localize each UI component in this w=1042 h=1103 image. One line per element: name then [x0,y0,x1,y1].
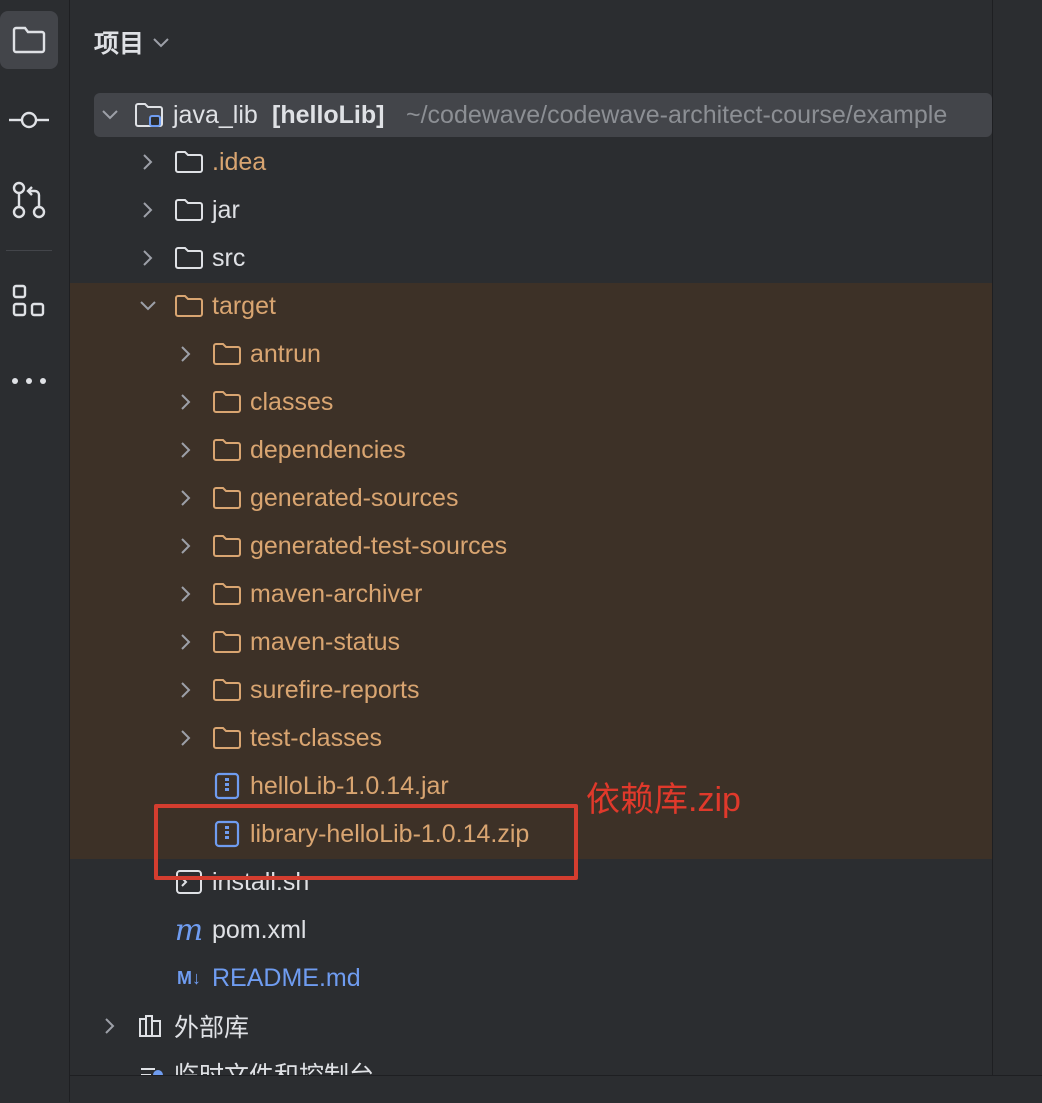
tree-item-dependencies[interactable]: dependencies [70,426,992,474]
tree-item-label: test-classes [250,723,382,752]
tree-root-row[interactable]: java_lib [helloLib] ~/codewave/codewave-… [94,93,992,137]
folder-icon [212,485,242,511]
chevron-right-icon[interactable] [176,584,196,604]
tree-item-scratches[interactable]: 临时文件和控制台 [70,1050,992,1075]
tree-item-surefire-reports[interactable]: surefire-reports [70,666,992,714]
chevron-right-icon[interactable] [176,728,196,748]
tree-item-label: src [212,243,246,272]
tree-item-pom-xml[interactable]: m pom.xml [70,906,992,954]
tree-item-external-libraries[interactable]: 外部库 [70,1002,992,1050]
chevron-right-icon[interactable] [176,488,196,508]
chevron-right-icon[interactable] [100,1016,120,1036]
panel-header[interactable]: 项目 [94,22,170,62]
tool-window-strip [0,0,70,1102]
folder-icon [212,581,242,607]
annotation-text: 依赖库.zip [586,781,741,819]
tree-item-antrun[interactable]: antrun [70,330,992,378]
maven-icon: m [174,912,204,948]
project-tool-button[interactable] [0,11,58,69]
structure-tool-button[interactable] [0,272,58,330]
folder-icon [212,533,242,559]
chevron-right-icon[interactable] [176,680,196,700]
more-tools-button[interactable] [0,352,58,410]
folder-icon [12,26,46,54]
tree-item-generated-test-sources[interactable]: generated-test-sources [70,522,992,570]
tree-item-label: maven-archiver [250,579,423,608]
root-name: java_lib [173,100,258,129]
tree-item-label: generated-test-sources [250,531,508,560]
chevron-right-icon[interactable] [138,200,158,220]
structure-icon [12,284,45,317]
chevron-down-icon[interactable] [138,296,158,316]
folder-icon [212,437,242,463]
folder-icon [174,245,204,271]
root-path: ~/codewave/codewave-architect-course/exa… [406,100,948,129]
tree-item-target[interactable]: target [70,282,992,330]
folder-icon [212,725,242,751]
tree-item-jar-file[interactable]: helloLib-1.0.14.jar [70,762,992,810]
strip-separator [6,250,52,251]
folder-icon [174,149,204,175]
tree-item-label: classes [250,387,334,416]
bottom-bar [70,1075,1042,1103]
tree-item-test-classes[interactable]: test-classes [70,714,992,762]
tree-item-label: helloLib-1.0.14.jar [250,771,449,800]
pull-requests-tool-button[interactable] [0,171,58,229]
pull-request-icon [12,181,46,219]
tree-item-maven-archiver[interactable]: maven-archiver [70,570,992,618]
folder-icon [212,341,242,367]
panel-title: 项目 [94,30,145,58]
chevron-right-icon[interactable] [176,392,196,412]
tree-item-label: maven-status [250,627,401,656]
chevron-right-icon[interactable] [176,344,196,364]
folder-icon [212,629,242,655]
module-folder-icon [134,102,164,128]
editor-edge [993,0,1042,1075]
tree-item-idea[interactable]: .idea [70,138,992,186]
tree-item-label: antrun [250,339,321,368]
tree-item-label: 临时文件和控制台 [174,1056,374,1075]
chevron-right-icon[interactable] [138,248,158,268]
chevron-down-icon[interactable] [152,36,170,48]
tree-item-jar[interactable]: jar [70,186,992,234]
chevron-right-icon[interactable] [138,152,158,172]
tree-item-src[interactable]: src [70,234,992,282]
chevron-right-icon[interactable] [176,632,196,652]
annotation-highlight-box [154,804,578,880]
tree-item-label: target [212,291,276,320]
tree-item-label: generated-sources [250,483,459,512]
folder-icon [174,197,204,223]
tree-item-label: jar [212,195,240,224]
tree-item-maven-status[interactable]: maven-status [70,618,992,666]
tree-item-label: README.md [212,963,361,992]
scratch-icon [136,1061,166,1075]
project-panel: 项目 java_lib [helloLib] ~/codewave/codewa… [70,0,992,1075]
archive-icon [212,772,242,800]
tree-item-label: surefire-reports [250,675,420,704]
commit-tool-button[interactable] [0,91,58,149]
tree-item-classes[interactable]: classes [70,378,992,426]
folder-icon [212,677,242,703]
tree-item-label: 外部库 [174,1014,250,1042]
tree-item-generated-sources[interactable]: generated-sources [70,474,992,522]
tree-item-readme[interactable]: M↓ README.md [70,954,992,1002]
folder-icon [174,293,204,319]
library-icon [136,1013,166,1039]
markdown-icon: M↓ [177,967,201,988]
commit-icon [9,111,49,129]
chevron-down-icon[interactable] [100,105,120,125]
tree-item-label: pom.xml [212,915,307,944]
more-icon [12,378,46,384]
chevron-right-icon[interactable] [176,536,196,556]
tree-item-label: dependencies [250,435,406,464]
chevron-right-icon[interactable] [176,440,196,460]
tree-item-label: .idea [212,147,267,176]
root-module: [helloLib] [272,100,385,129]
folder-icon [212,389,242,415]
